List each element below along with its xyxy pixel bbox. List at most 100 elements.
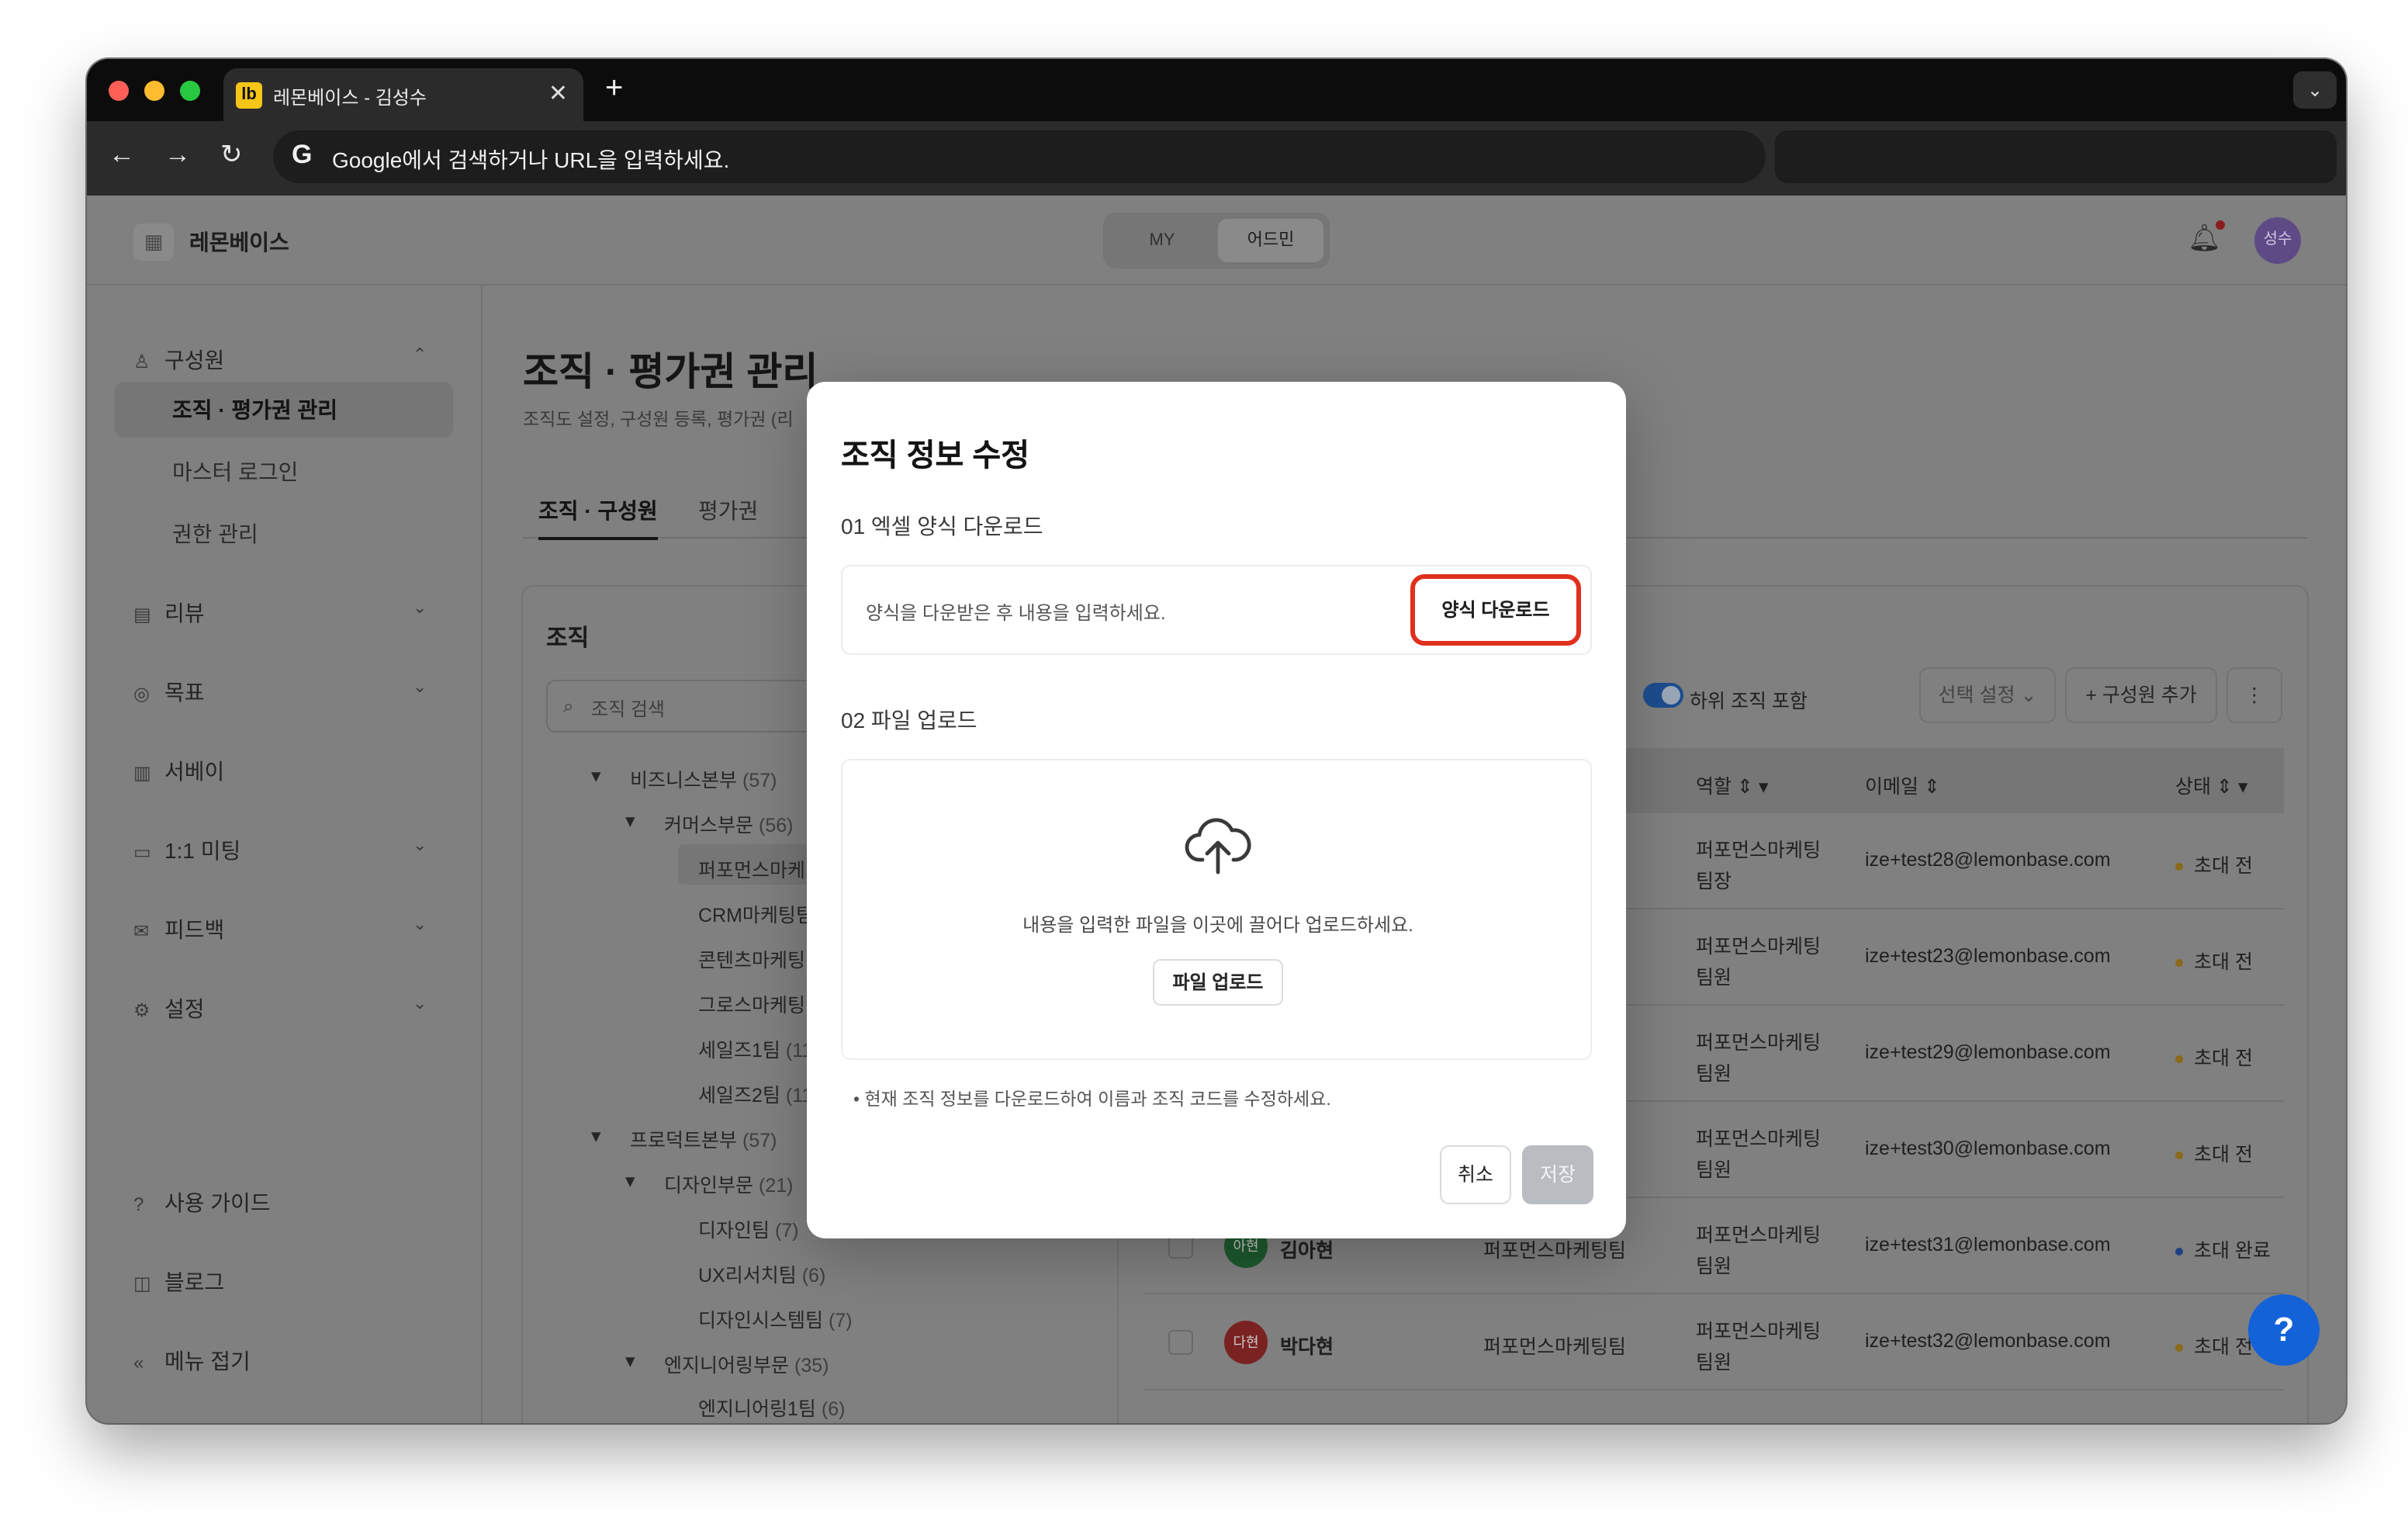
add-member-button[interactable]: + 구성원 추가 [2065, 667, 2217, 723]
select-settings-button[interactable]: 선택 설정 ⌄ [1919, 667, 2056, 723]
app-header: ▦ 레몬베이스 MY 어드민 🔔︎ 성수 [87, 196, 2346, 286]
tab-title: 레몬베이스 - 김성수 [273, 87, 427, 109]
tree-node[interactable]: 퍼포먼스마케팅 [698, 854, 807, 883]
org-search-placeholder: 조직 검색 [591, 698, 665, 720]
sort-icon: ⇕ [1924, 776, 1940, 798]
chevron-down-icon: ⌄ [413, 599, 427, 618]
close-tab-icon[interactable]: ✕ [548, 79, 568, 107]
notification-badge [2216, 220, 2225, 230]
tree-node[interactable]: 세일즈1팀 (11 [698, 1034, 807, 1063]
chart-icon: ▥ [133, 762, 151, 784]
tree-node[interactable]: 엔지니어링1팀 (6) [698, 1392, 845, 1422]
tree-node[interactable]: 그로스마케팅 [698, 989, 807, 1018]
tree-node[interactable]: ▾ [591, 1124, 601, 1147]
double-chevron-left-icon: « [133, 1352, 144, 1373]
mode-tab-my[interactable]: MY [1109, 219, 1215, 262]
tree-node[interactable]: 엔지니어링부문 (35) [664, 1349, 829, 1378]
tree-node[interactable]: 콘텐츠마케팅팀 [698, 944, 807, 973]
member-role: 퍼포먼스마케팅팀원 [1696, 1128, 1822, 1181]
sidebar-collapse[interactable]: « 메뉴 접기 [133, 1346, 251, 1377]
column-email[interactable]: 이메일 ⇕ [1865, 770, 1940, 799]
select-settings-label: 선택 설정 [1938, 684, 2015, 706]
include-sub-toggle[interactable] [1643, 683, 1683, 708]
sidebar-item-feedback[interactable]: ✉ 피드백 ⌄ [133, 914, 427, 945]
member-name: 박다현 [1280, 1336, 1334, 1358]
sidebar-item-survey[interactable]: ▥ 서베이 [133, 756, 224, 787]
avatar[interactable]: 성수 [2254, 217, 2301, 264]
browser-tab[interactable]: lb 레몬베이스 - 김성수 ✕ [223, 68, 583, 121]
status-badge: 초대 전 [2175, 1041, 2253, 1071]
tab-evaluation[interactable]: 평가권 [698, 495, 758, 526]
filter-icon: ▾ [2237, 776, 2248, 798]
tab-search-chevron-icon[interactable]: ⌄ [2293, 71, 2337, 109]
org-search-input[interactable]: ⌕ 조직 검색 [546, 680, 841, 733]
more-vertical-icon[interactable]: ⋮ [2226, 667, 2282, 723]
tree-node[interactable]: 비즈니스본부 (57) [630, 764, 777, 793]
column-status[interactable]: 상태 ⇕ ▾ [2175, 770, 2248, 799]
org-panel-title: 조직 [546, 625, 590, 652]
helper-note: • 현재 조직 정보를 다운로드하여 이름과 조직 코드를 수정하세요. [853, 1091, 1331, 1110]
new-tab-icon[interactable]: + [605, 71, 623, 107]
minimize-window-button[interactable] [144, 81, 164, 101]
status-text: 초대 전 [2194, 951, 2253, 973]
step2-title: 02 파일 업로드 [841, 708, 977, 733]
tree-node[interactable]: UX리서치팀 (6) [698, 1259, 825, 1288]
tree-node-label: 프로덕트본부 [630, 1130, 738, 1152]
status-badge: 초대 전 [2175, 849, 2253, 878]
sidebar-item-settings[interactable]: ⚙ 설정 ⌄ [133, 993, 427, 1024]
download-template-button[interactable]: 양식 다운로드 [1410, 574, 1581, 646]
file-dropzone[interactable]: 내용을 입력한 파일을 이곳에 끌어다 업로드하세요. 파일 업로드 [841, 759, 1592, 1060]
reload-icon[interactable]: ↻ [220, 140, 243, 171]
status-text: 초대 전 [2194, 855, 2253, 877]
sidebar-group-members[interactable]: ♙ 구성원 ⌃ [133, 345, 427, 376]
sidebar-item-label: 메뉴 접기 [164, 1349, 251, 1373]
browser-tab-strip: lb 레몬베이스 - 김성수 ✕ + ⌄ [87, 59, 2346, 121]
sidebar-item-org-permissions[interactable]: 조직 · 평가권 관리 [172, 394, 337, 425]
maximize-window-button[interactable] [180, 81, 200, 101]
tree-node-count: (11 [785, 1040, 807, 1062]
member-role: 퍼포먼스마케팅팀원 [1696, 936, 1822, 989]
table-row[interactable]: 다현 박다현 퍼포먼스마케팅팀 퍼포먼스마케팅팀원 ize+test32@lem… [1143, 1294, 2284, 1391]
cancel-button[interactable]: 취소 [1440, 1145, 1511, 1204]
save-button[interactable]: 저장 [1522, 1145, 1593, 1204]
back-arrow-icon[interactable]: ← [109, 140, 135, 171]
file-upload-button[interactable]: 파일 업로드 [1153, 959, 1283, 1006]
sidebar-item-blog[interactable]: ◫ 블로그 [133, 1266, 224, 1297]
tree-node-count: (21) [759, 1175, 794, 1197]
tree-node[interactable]: 디자인시스템팀 (7) [698, 1304, 853, 1333]
column-label: 역할 [1696, 776, 1732, 798]
forward-arrow-icon[interactable]: → [164, 140, 191, 171]
tree-node[interactable]: ▾ [591, 764, 601, 787]
member-role: 퍼포먼스마케팅팀장 [1696, 840, 1822, 892]
tree-node[interactable]: ▾ [625, 1349, 635, 1372]
status-badge: 초대 전 [2175, 945, 2253, 975]
sidebar-item-permissions[interactable]: 권한 관리 [172, 518, 258, 549]
tree-node[interactable]: 프로덕트본부 (57) [630, 1124, 777, 1153]
mode-tab-admin[interactable]: 어드민 [1218, 219, 1323, 262]
tree-node[interactable]: 세일즈2팀 (11 [698, 1079, 807, 1108]
status-badge: 초대 전 [2175, 1330, 2253, 1359]
member-role: 퍼포먼스마케팅팀원 [1696, 1321, 1822, 1373]
column-role[interactable]: 역할 ⇕ ▾ [1696, 770, 1769, 799]
chevron-down-icon: ⌄ [413, 678, 427, 697]
close-window-button[interactable] [109, 81, 129, 101]
tree-node[interactable]: 커머스부문 (56) [664, 809, 793, 838]
tab-org-members[interactable]: 조직 · 구성원 [538, 495, 658, 540]
tree-node[interactable]: ▾ [625, 1169, 635, 1192]
sidebar-item-guide[interactable]: ? 사용 가이드 [133, 1187, 271, 1218]
address-bar[interactable]: G Google에서 검색하거나 URL을 입력하세요. [273, 130, 1766, 183]
sidebar-item-master-login[interactable]: 마스터 로그인 [172, 456, 298, 487]
sidebar-item-goals[interactable]: ◎ 목표 ⌄ [133, 677, 427, 708]
sidebar-item-label: 피드백 [164, 917, 225, 942]
tree-node[interactable]: 디자인팀 (7) [698, 1214, 799, 1243]
tree-node[interactable]: CRM마케팅팀 [698, 899, 807, 928]
sidebar-item-one-on-one[interactable]: ▭ 1:1 미팅 ⌄ [133, 835, 427, 866]
tree-node-label: 디자인팀 [698, 1220, 770, 1242]
help-chat-button[interactable]: ? [2248, 1294, 2320, 1366]
tree-node[interactable]: 디자인부문 (21) [664, 1169, 793, 1198]
tree-node[interactable]: ▾ [625, 809, 635, 832]
brand-name: 레몬베이스 [189, 230, 289, 255]
sidebar-item-review[interactable]: ▤ 리뷰 ⌄ [133, 597, 427, 629]
sidebar-item-label: 리뷰 [164, 601, 205, 625]
row-checkbox[interactable] [1168, 1330, 1193, 1355]
